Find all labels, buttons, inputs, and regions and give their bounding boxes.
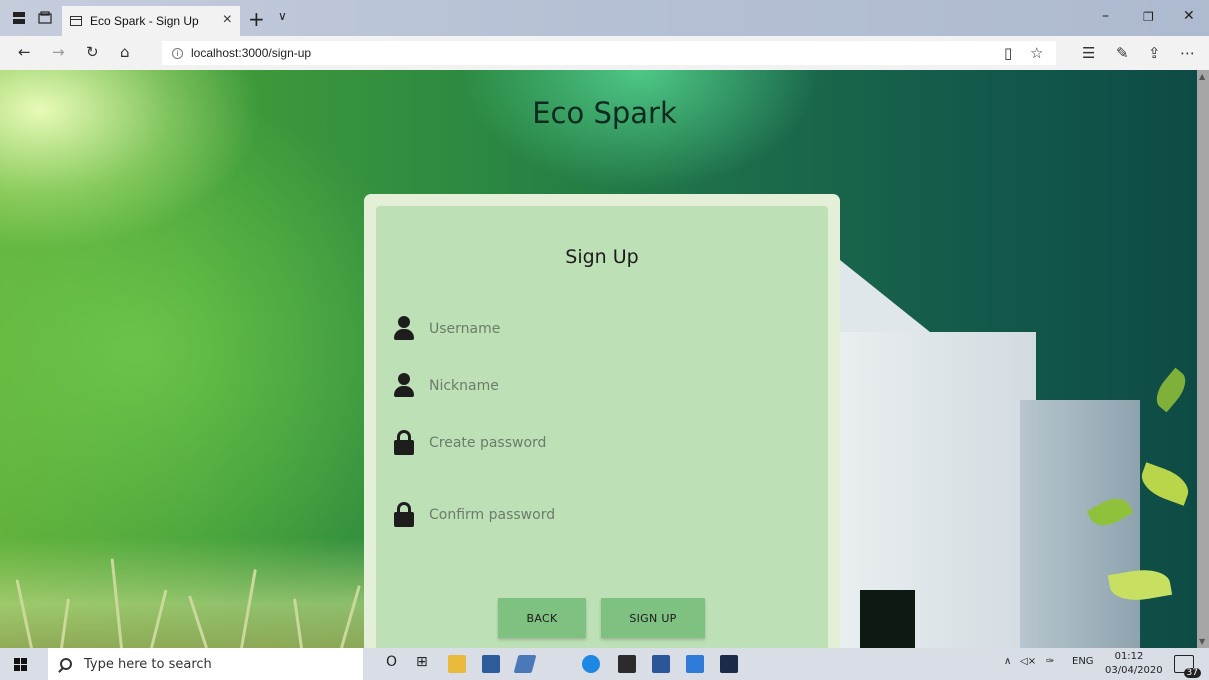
confirm-password-field [392, 500, 812, 530]
signup-card: Sign Up BACK SIGN UP [376, 206, 828, 648]
language-indicator[interactable]: ENG [1072, 656, 1094, 667]
favorite-star-icon[interactable]: ☆ [1030, 44, 1043, 62]
minimize-icon[interactable]: – [1102, 8, 1109, 24]
word-icon[interactable] [652, 655, 670, 673]
site-title: Eco Spark [532, 96, 677, 130]
taskbar-search-box[interactable]: Type here to search [48, 648, 363, 680]
notes-app-icon[interactable] [513, 655, 537, 673]
new-tab-icon[interactable]: + [248, 7, 265, 31]
signup-button[interactable]: SIGN UP [601, 598, 705, 638]
windows-start-icon[interactable] [14, 658, 27, 671]
username-input[interactable] [429, 315, 812, 343]
set-aside-tabs-icon[interactable] [12, 11, 26, 25]
scroll-up-icon[interactable]: ▲ [1199, 72, 1205, 81]
more-icon[interactable]: ⋯ [1180, 44, 1195, 62]
search-icon [60, 658, 72, 670]
tray-chevron-icon[interactable]: ∧ [1004, 656, 1011, 667]
clock-date: 03/04/2020 [1105, 665, 1163, 676]
username-field [392, 314, 812, 344]
browser-tab-bar: Eco Spark - Sign Up × + ∨ – ❐ ✕ [0, 0, 1209, 36]
create-password-field [392, 428, 812, 458]
volume-mute-icon[interactable]: ◁× [1020, 656, 1036, 667]
back-button[interactable]: BACK [498, 598, 586, 638]
grass-background [0, 538, 380, 648]
cortana-icon[interactable]: O [386, 654, 397, 670]
nickname-field [392, 371, 812, 401]
home-icon[interactable]: ⌂ [120, 43, 130, 61]
page-content: Eco Spark Sign Up BACK SIGN UP ▲ ▼ [0, 70, 1209, 648]
favorites-hub-icon[interactable]: ☰ [1082, 44, 1095, 62]
search-placeholder: Type here to search [84, 656, 212, 672]
house-side [1020, 400, 1140, 648]
app-icon[interactable] [720, 655, 738, 673]
browser-nav-bar: ← → ↻ ⌂ i localhost:3000/sign-up ▯ ☆ ☰ ✎… [0, 36, 1209, 70]
vscode-icon[interactable] [686, 655, 704, 673]
task-view-icon[interactable]: ⊞ [416, 654, 428, 670]
nickname-input[interactable] [429, 372, 812, 400]
store-icon[interactable] [482, 655, 500, 673]
leaf-decoration [1136, 462, 1194, 506]
back-arrow-icon[interactable]: ← [18, 43, 31, 61]
confirm-password-input[interactable] [429, 501, 812, 529]
close-window-icon[interactable]: ✕ [1183, 8, 1195, 24]
page-icon [70, 16, 82, 26]
refresh-icon[interactable]: ↻ [86, 43, 99, 61]
lock-icon [392, 430, 416, 456]
tab-title: Eco Spark - Sign Up [90, 14, 199, 28]
action-center-icon[interactable]: 37 [1174, 655, 1201, 678]
terminal-icon[interactable] [618, 655, 636, 673]
web-notes-icon[interactable]: ✎ [1116, 44, 1129, 62]
reading-view-icon[interactable]: ▯ [1004, 44, 1012, 62]
file-explorer-icon[interactable] [448, 655, 466, 673]
form-title: Sign Up [565, 246, 639, 268]
clock-time: 01:12 [1114, 651, 1144, 662]
tab-eco-spark[interactable]: Eco Spark - Sign Up × [62, 6, 240, 36]
user-icon [392, 373, 416, 399]
url-text: localhost:3000/sign-up [191, 46, 312, 60]
lock-icon [392, 502, 416, 528]
scroll-down-icon[interactable]: ▼ [1199, 637, 1205, 646]
show-aside-tabs-icon[interactable] [38, 11, 52, 25]
leaf-decoration [1149, 367, 1193, 413]
user-icon [392, 316, 416, 342]
taskbar-clock[interactable]: 01:12 03/04/2020 [1105, 650, 1163, 678]
site-info-icon[interactable]: i [172, 47, 183, 59]
close-tab-icon[interactable]: × [223, 11, 232, 29]
edge-icon[interactable] [582, 655, 600, 673]
address-bar[interactable]: i localhost:3000/sign-up [162, 41, 1056, 65]
windows-taskbar: Type here to search O ⊞ ∧ ◁× ✑ ENG 01:12… [0, 648, 1209, 680]
create-password-input[interactable] [429, 429, 812, 457]
share-icon[interactable]: ⇪ [1148, 44, 1161, 62]
tab-preview-chevron-icon[interactable]: ∨ [278, 9, 287, 23]
forward-arrow-icon[interactable]: → [52, 43, 65, 61]
pen-icon[interactable]: ✑ [1046, 656, 1054, 667]
page-scrollbar[interactable]: ▲ ▼ [1197, 70, 1209, 648]
notification-count: 37 [1183, 668, 1201, 678]
house-door [860, 590, 915, 648]
restore-icon[interactable]: ❐ [1143, 10, 1154, 24]
